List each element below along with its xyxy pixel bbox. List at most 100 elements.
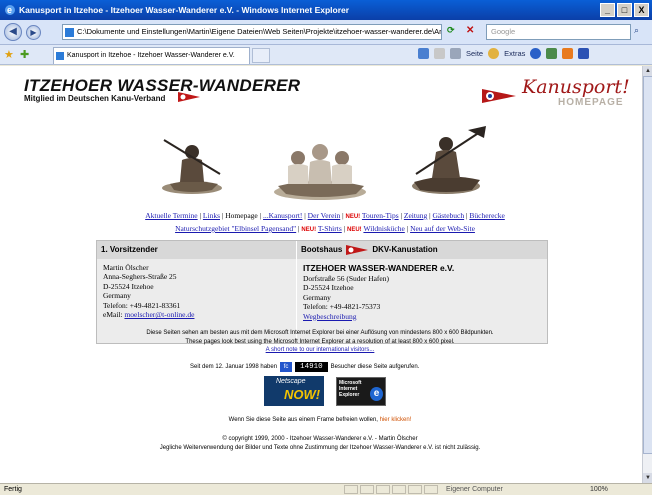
ie-logo-icon: e: [5, 5, 15, 15]
frame-note: Wenn Sie diese Seite aus einem Frame bef…: [100, 417, 540, 423]
children-photo: [274, 144, 366, 200]
nav-row-2: Naturschutzgebiet "Elbinsel Pagensand" |…: [175, 224, 475, 233]
nav-link-termine[interactable]: Aktuelle Termine: [145, 211, 197, 220]
stop-icon[interactable]: ✕: [466, 25, 480, 39]
help-icon[interactable]: [530, 48, 542, 59]
boathouse-header-prefix: Bootshaus: [301, 245, 343, 254]
zoom-level[interactable]: 100%: [590, 484, 608, 495]
maximize-button[interactable]: □: [617, 3, 632, 17]
kanusport-logo: Kanusport! HOMEPAGE: [480, 74, 630, 114]
refresh-icon[interactable]: ⟳: [447, 25, 461, 39]
nav-links: Aktuelle Termine | Links | Homepage | ..…: [20, 210, 630, 236]
address-line: Martin Ölscher: [103, 263, 149, 272]
chairman-header: 1. Vorsitzender: [97, 241, 297, 259]
nav-row-1: Aktuelle Termine | Links | Homepage | ..…: [145, 211, 505, 220]
footer: © copyright 1999, 2000 - Itzehoer Wasser…: [40, 435, 600, 452]
page-icon: [65, 28, 74, 37]
new-tab-button[interactable]: [252, 48, 270, 63]
scroll-up-icon[interactable]: ▲: [643, 66, 652, 76]
status-text: Fertig: [4, 486, 22, 493]
add-favorites-icon[interactable]: ✚: [20, 48, 29, 61]
homepage-text: HOMEPAGE: [558, 97, 624, 108]
messenger-icon[interactable]: [562, 48, 574, 59]
directions-link[interactable]: Wegbeschreibung: [303, 312, 357, 321]
nav-link-kanusport[interactable]: ...Kanusport!: [263, 211, 302, 220]
kanusport-text: Kanusport!: [522, 76, 630, 98]
site-subtitle: Mitglied im Deutschen Kanu-Verband: [24, 94, 166, 103]
nav-link-neu[interactable]: Neu auf der Web-Site: [410, 224, 475, 233]
netscape-label: Netscape: [276, 378, 306, 385]
favorites-star-icon[interactable]: ★: [4, 48, 14, 61]
status-segment: [392, 485, 406, 494]
address-line: Telefon: +49-4821-75373: [303, 302, 381, 312]
frame-note-text: Wenn Sie diese Seite aus einem Frame bef…: [228, 417, 378, 423]
email-link[interactable]: moelscher@t-online.de: [124, 310, 194, 319]
nav-link-wildniskueche[interactable]: Wildnisküche: [363, 224, 404, 233]
notice-english: These pages look best using the Microsof…: [185, 338, 455, 345]
page-content: ITZEHOER WASSER-WANDERER Mitglied im Deu…: [0, 66, 642, 483]
counter-prefix: Seit dem 12. Januar 1998 haben: [190, 364, 278, 370]
address-line: Dorfstraße 56 (Suder Hafen): [303, 274, 390, 283]
internet-explorer-badge[interactable]: Microsoft Internet Explorer e: [336, 377, 386, 406]
notice-german: Diese Seiten sehen am besten aus mit dem…: [146, 330, 494, 336]
scroll-thumb[interactable]: [643, 76, 652, 454]
vertical-scrollbar[interactable]: ▲ ▼: [642, 66, 652, 483]
nav-link-tshirts[interactable]: T-Shirts: [318, 224, 342, 233]
title-bar: e Kanusport in Itzehoe - Itzehoer Wasser…: [0, 0, 652, 20]
kayaker-photo-1: [162, 139, 222, 194]
address-line: Anna-Seghers-Straße 25: [103, 272, 177, 282]
contact-header-row: 1. Vorsitzender Bootshaus DKV-Kanustatio…: [97, 241, 547, 259]
counter-logo-icon: fc: [280, 362, 293, 372]
frame-break-link[interactable]: hier klicken!: [380, 417, 412, 423]
home-icon[interactable]: [418, 48, 429, 59]
security-zone: Eigener Computer: [446, 486, 503, 493]
nav-link-gaestebuch[interactable]: Gästebuch: [432, 211, 464, 220]
address-line: D-25524 Itzehoe: [103, 281, 154, 291]
netscape-now-label: NOW!: [284, 387, 321, 402]
nav-link-touren-tips[interactable]: Touren-Tips: [362, 211, 399, 220]
visitor-counter: Seit dem 12. Januar 1998 haben fc 14910 …: [190, 362, 490, 372]
new-badge: NEU!: [347, 227, 362, 233]
minimize-button[interactable]: _: [600, 3, 615, 17]
status-segment: [344, 485, 358, 494]
blog-icon[interactable]: [578, 48, 590, 59]
tools-icon: [488, 48, 500, 59]
nav-link-naturschutzgebiet[interactable]: Naturschutzgebiet "Elbinsel Pagensand": [175, 224, 296, 233]
ie-logo-icon: e: [370, 387, 383, 401]
nav-link-zeitung[interactable]: Zeitung: [404, 211, 427, 220]
new-badge: NEU!: [301, 227, 317, 233]
print-icon[interactable]: [450, 48, 461, 59]
extras-menu[interactable]: Extras: [504, 49, 525, 58]
new-badge: NEU!: [345, 214, 361, 220]
boathouse-header-suffix: DKV-Kanustation: [372, 245, 438, 254]
kayak-photos: [162, 126, 486, 200]
scroll-down-icon[interactable]: ▼: [643, 473, 652, 483]
feeds-icon[interactable]: [434, 48, 445, 59]
usage-notice: Jegliche Weiterverwendung der Bilder und…: [159, 444, 481, 451]
nav-link-links[interactable]: Links: [203, 211, 220, 220]
window-controls: _ □ X: [600, 3, 649, 17]
international-visitors-link[interactable]: A short note to our international visito…: [266, 347, 375, 353]
address-input[interactable]: C:\Dokumente und Einstellungen\Martin\Ei…: [62, 24, 442, 40]
status-segment: [360, 485, 374, 494]
research-icon[interactable]: [546, 48, 558, 59]
command-bar: Seite Extras: [418, 48, 590, 59]
tab-active[interactable]: Kanusport in Itzehoe - Itzehoer Wasser-W…: [53, 47, 250, 64]
site-logo: ITZEHOER WASSER-WANDERER: [24, 76, 301, 95]
search-input[interactable]: Google: [486, 24, 631, 40]
close-button[interactable]: X: [634, 3, 649, 17]
address-toolbar: ◀ ▶ C:\Dokumente und Einstellungen\Marti…: [0, 20, 652, 45]
club-flag-icon: [482, 89, 516, 103]
address-line: Telefon: +49-4821-83361: [103, 300, 181, 310]
search-icon[interactable]: ⌕: [634, 25, 648, 39]
forward-button[interactable]: ▶: [26, 24, 41, 40]
nav-link-buecherecke[interactable]: Bücherecke: [469, 211, 504, 220]
kayaker-photo-2: [412, 126, 486, 194]
back-button[interactable]: ◀: [4, 23, 22, 41]
page-menu[interactable]: Seite: [466, 49, 483, 58]
address-line: D-25524 Itzehoe: [303, 283, 354, 293]
status-bar: Fertig Eigener Computer 100%: [0, 483, 652, 495]
netscape-now-badge[interactable]: Netscape NOW!: [264, 376, 324, 406]
status-segment: [376, 485, 390, 494]
nav-link-verein[interactable]: Der Verein: [308, 211, 341, 220]
